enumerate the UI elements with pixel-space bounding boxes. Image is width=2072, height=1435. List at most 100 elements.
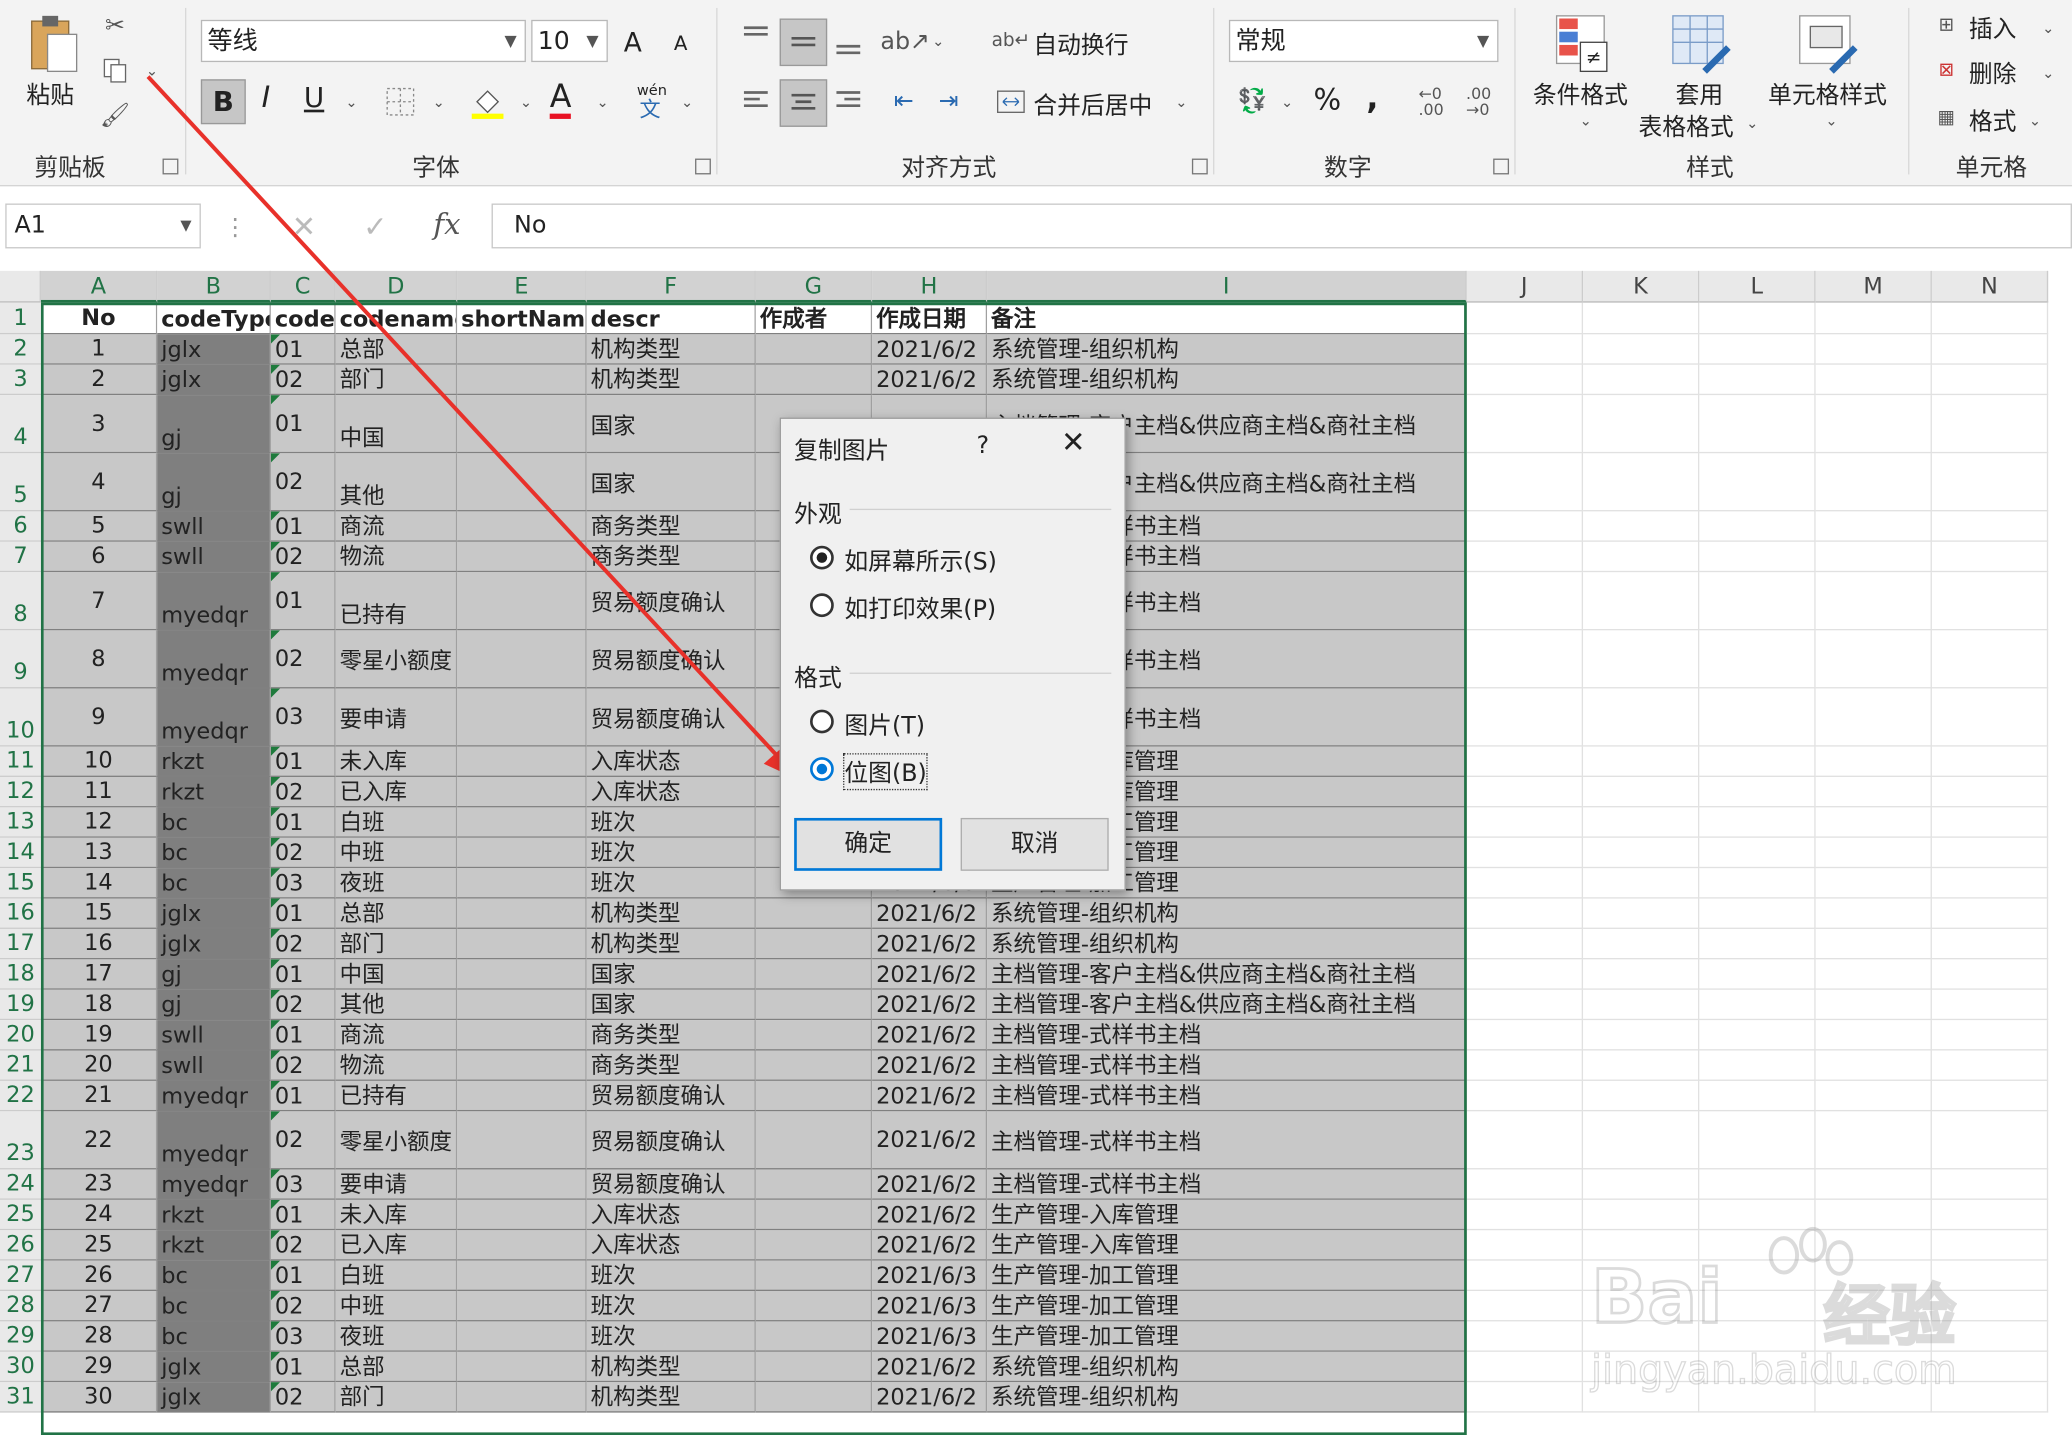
table-cell[interactable]: 入库状态 xyxy=(586,1199,756,1231)
table-cell[interactable]: 未入库 xyxy=(335,746,458,777)
empty-cell[interactable] xyxy=(1699,395,1816,454)
row-header[interactable]: 13 xyxy=(0,807,41,838)
empty-cell[interactable] xyxy=(1815,959,1932,990)
table-cell[interactable]: 国家 xyxy=(586,395,756,454)
empty-cell[interactable] xyxy=(1815,453,1932,512)
table-cell[interactable]: 主档管理-式样书主档 xyxy=(987,1020,1467,1051)
empty-cell[interactable] xyxy=(1815,302,1932,335)
table-cell[interactable] xyxy=(457,1230,587,1261)
table-cell[interactable]: 2021/6/2 xyxy=(872,1199,988,1231)
empty-cell[interactable] xyxy=(1815,989,1932,1021)
table-cell[interactable]: bc xyxy=(157,807,271,838)
table-cell[interactable]: 14 xyxy=(40,868,158,899)
empty-cell[interactable] xyxy=(1583,688,1700,747)
table-cell[interactable] xyxy=(755,928,873,960)
table-cell[interactable]: 机构类型 xyxy=(586,898,756,929)
table-cell[interactable]: swll xyxy=(157,541,271,573)
table-cell[interactable]: 01 xyxy=(270,898,336,929)
empty-cell[interactable] xyxy=(1815,868,1932,899)
table-cell[interactable]: 班次 xyxy=(586,837,756,869)
copy-icon[interactable] xyxy=(100,55,129,84)
table-cell[interactable]: 总部 xyxy=(335,334,458,365)
empty-cell[interactable] xyxy=(1931,837,2049,869)
table-cell[interactable]: 3 xyxy=(40,395,158,454)
table-cell[interactable]: 商流 xyxy=(335,511,458,542)
row-header[interactable]: 12 xyxy=(0,776,41,808)
align-bottom-icon[interactable] xyxy=(832,26,864,58)
wrap-text-button[interactable]: 自动换行 xyxy=(1033,26,1128,60)
table-cell[interactable]: swll xyxy=(157,1050,271,1081)
empty-cell[interactable] xyxy=(1931,572,2049,631)
bold-button[interactable]: B xyxy=(200,79,246,125)
empty-cell[interactable] xyxy=(1466,572,1584,631)
table-cell[interactable]: 贸易额度确认 xyxy=(586,1080,756,1112)
table-cell[interactable] xyxy=(457,1169,587,1200)
comma-button[interactable]: , xyxy=(1366,79,1378,116)
dialog-launcher-icon[interactable] xyxy=(1493,158,1510,175)
table-cell[interactable]: 02 xyxy=(270,776,336,808)
table-cell[interactable]: 物流 xyxy=(335,541,458,573)
table-cell[interactable]: 部门 xyxy=(335,364,458,396)
align-center-icon[interactable] xyxy=(779,79,828,127)
empty-cell[interactable] xyxy=(1815,746,1932,777)
table-cell[interactable]: 生产管理-入库管理 xyxy=(987,1199,1467,1231)
empty-cell[interactable] xyxy=(1466,776,1584,808)
table-cell[interactable]: 2021/6/2 xyxy=(872,898,988,929)
table-cell[interactable]: 要申请 xyxy=(335,1169,458,1200)
empty-cell[interactable] xyxy=(1699,1080,1816,1112)
table-cell[interactable]: 02 xyxy=(270,989,336,1021)
table-cell[interactable] xyxy=(755,1351,873,1383)
table-cell[interactable]: 贸易额度确认 xyxy=(586,1169,756,1200)
chevron-down-icon[interactable]: ⌄ xyxy=(1744,114,1760,132)
table-cell[interactable]: 机构类型 xyxy=(586,928,756,960)
table-cell[interactable] xyxy=(457,572,587,631)
table-header-cell[interactable]: No xyxy=(40,302,158,335)
empty-cell[interactable] xyxy=(1931,776,2049,808)
table-cell[interactable]: 中班 xyxy=(335,1291,458,1322)
table-cell[interactable]: 主档管理-式样书主档 xyxy=(987,1050,1467,1081)
table-cell[interactable]: 机构类型 xyxy=(586,334,756,365)
empty-cell[interactable] xyxy=(1815,776,1932,808)
empty-cell[interactable] xyxy=(1466,1199,1584,1231)
table-cell[interactable]: 入库状态 xyxy=(586,746,756,777)
row-header[interactable]: 6 xyxy=(0,511,41,542)
table-cell[interactable]: 国家 xyxy=(586,453,756,512)
chevron-down-icon[interactable]: ⌄ xyxy=(679,92,695,110)
empty-cell[interactable] xyxy=(1699,1020,1816,1051)
table-cell[interactable] xyxy=(457,334,587,365)
table-cell[interactable]: 物流 xyxy=(335,1050,458,1081)
empty-cell[interactable] xyxy=(1466,630,1584,689)
empty-cell[interactable] xyxy=(1466,1169,1584,1200)
empty-cell[interactable] xyxy=(1931,364,2049,396)
table-cell[interactable] xyxy=(457,511,587,542)
chevron-down-icon[interactable]: ⌄ xyxy=(143,61,161,79)
empty-cell[interactable] xyxy=(1699,868,1816,899)
empty-cell[interactable] xyxy=(1583,837,1700,869)
table-cell[interactable] xyxy=(755,898,873,929)
empty-cell[interactable] xyxy=(1931,395,2049,454)
table-cell[interactable]: 03 xyxy=(270,868,336,899)
table-cell[interactable]: rkzt xyxy=(157,1230,271,1261)
table-cell[interactable]: 02 xyxy=(270,1111,336,1170)
row-header[interactable]: 14 xyxy=(0,837,41,869)
row-header[interactable]: 24 xyxy=(0,1169,41,1200)
table-cell[interactable]: myedqr xyxy=(157,688,271,747)
table-cell[interactable]: 商务类型 xyxy=(586,1020,756,1051)
conditional-format-button[interactable]: 条件格式 xyxy=(1533,77,1628,111)
table-cell[interactable] xyxy=(755,1020,873,1051)
table-cell[interactable] xyxy=(755,334,873,365)
empty-cell[interactable] xyxy=(1583,1111,1700,1170)
empty-cell[interactable] xyxy=(1815,572,1932,631)
dialog-launcher-icon[interactable] xyxy=(1191,158,1208,175)
delete-button[interactable]: 删除 xyxy=(1969,55,2017,89)
empty-cell[interactable] xyxy=(1466,541,1584,573)
cell-styles-button[interactable]: 单元格样式 xyxy=(1768,77,1887,111)
table-cell[interactable]: 2021/6/2 xyxy=(872,1230,988,1261)
table-cell[interactable] xyxy=(755,1230,873,1261)
table-cell[interactable]: 2021/6/2 xyxy=(872,1351,988,1383)
phonetic-icon[interactable]: 文 xyxy=(637,95,663,121)
table-cell[interactable]: 1 xyxy=(40,334,158,365)
table-cell[interactable]: 2021/6/2 xyxy=(872,928,988,960)
table-cell[interactable]: 02 xyxy=(270,630,336,689)
table-cell[interactable]: 商务类型 xyxy=(586,541,756,573)
